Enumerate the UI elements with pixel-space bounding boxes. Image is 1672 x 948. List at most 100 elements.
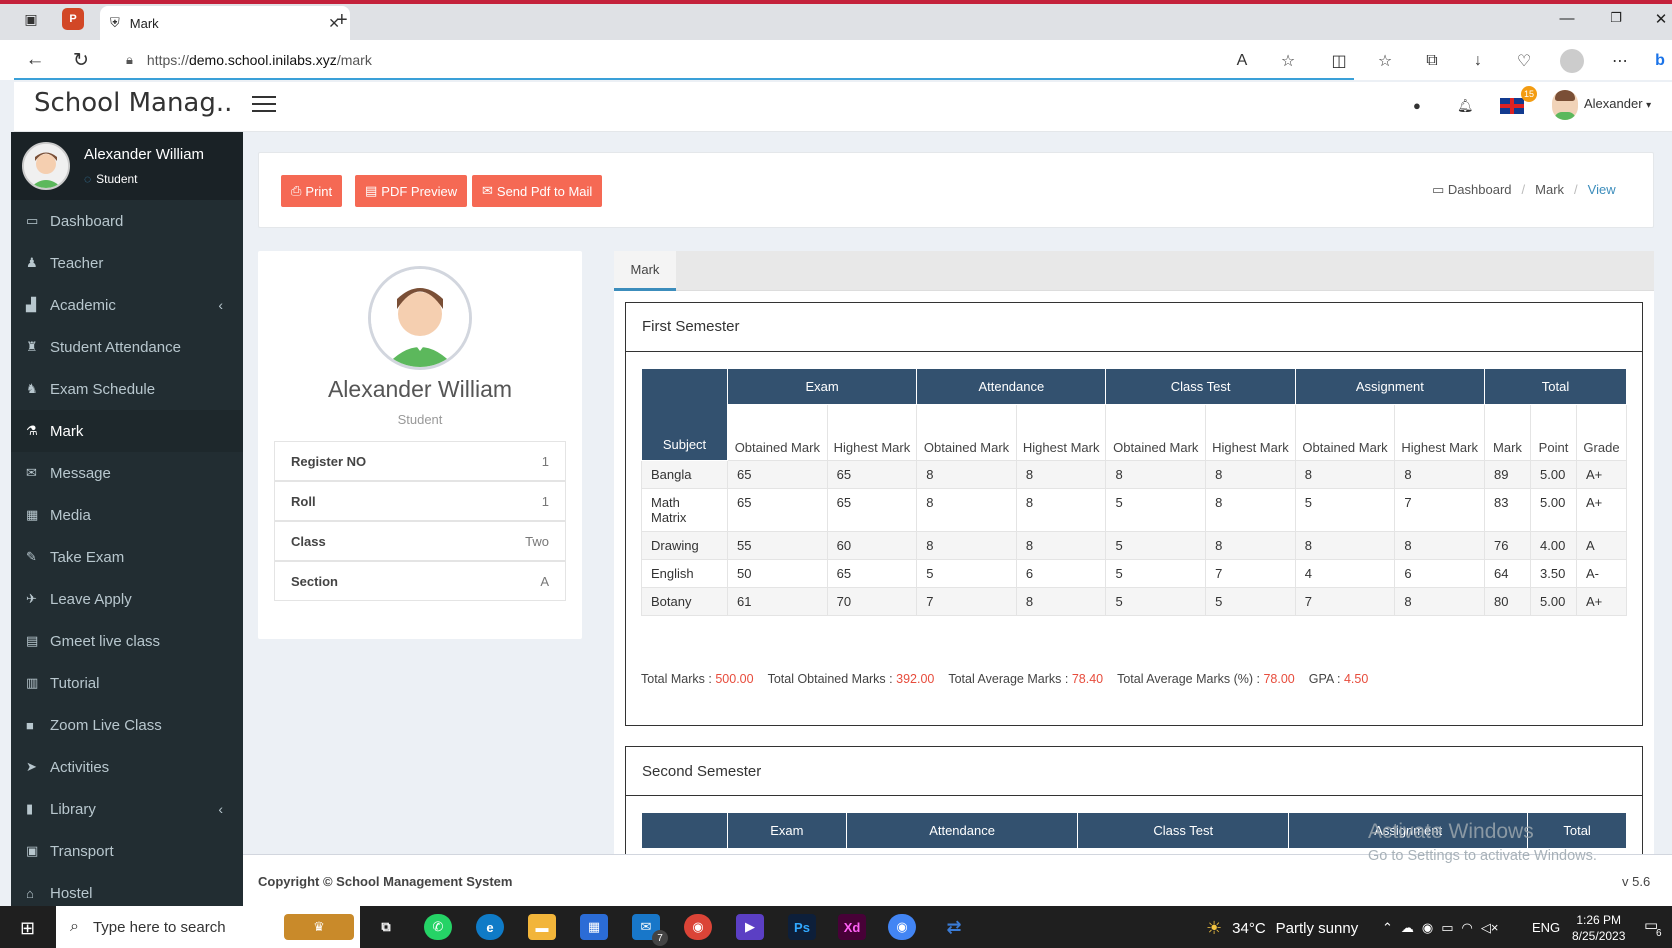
chrome-icon[interactable]: ◉ [888, 914, 916, 940]
mark-header: Mark [1484, 404, 1531, 461]
refresh-icon[interactable]: ↻ [68, 47, 94, 73]
tray-chevron-icon[interactable]: ⌃ [1382, 920, 1393, 936]
laptop-icon: ▭ [1432, 182, 1445, 197]
powerpoint-tab-icon[interactable]: P [62, 8, 84, 30]
edge-icon[interactable]: e [476, 914, 504, 940]
sidebar-item-gmeet-live-class[interactable]: ▤ Gmeet live class [11, 620, 243, 662]
wifi-icon[interactable]: ◠ [1462, 920, 1473, 936]
sidebar-item-zoom-live-class[interactable]: ■ Zoom Live Class [11, 704, 243, 746]
meet-now-icon[interactable]: ◉ [1422, 920, 1433, 936]
tab-actions-icon[interactable]: ▣ [20, 8, 42, 30]
downloads-icon[interactable]: ↓ [1466, 49, 1490, 73]
file-icon: ▤ [26, 633, 39, 648]
favorites-icon[interactable]: ☆ [1373, 49, 1397, 73]
close-window-icon[interactable]: ✕ [1646, 10, 1672, 28]
task-view-icon[interactable]: ⧉ [372, 914, 400, 940]
second-semester-title: Second Semester [642, 763, 762, 780]
breadcrumb-mark[interactable]: Mark [1535, 182, 1564, 198]
activate-windows-hint: Go to Settings to activate Windows. [1368, 848, 1597, 864]
send-pdf-mail-button[interactable]: ✉ Send Pdf to Mail [472, 175, 603, 207]
sidebar-item-media[interactable]: ▦ Media [11, 494, 243, 536]
uk-flag-icon[interactable] [1500, 98, 1524, 114]
globe-icon[interactable]: ● [1413, 98, 1421, 113]
pdf-preview-button[interactable]: ▤ PDF Preview [355, 175, 468, 207]
mark-cell: 8 [1015, 587, 1107, 616]
collections-icon[interactable]: ⧉ [1420, 49, 1444, 73]
mark-cell: 65 [826, 488, 918, 532]
minimize-icon[interactable]: — [1552, 10, 1582, 27]
volume-mute-icon[interactable]: ◁× [1481, 920, 1499, 936]
sidebar-item-activities[interactable]: ➤ Activities [11, 746, 243, 788]
app-brand[interactable]: School Manag.. [34, 88, 232, 118]
print-button[interactable]: ⎙ Print [281, 175, 343, 207]
bell-icon[interactable]: 🔔︎ [1457, 98, 1474, 114]
tab-mark[interactable]: Mark [614, 251, 676, 291]
file-explorer-icon[interactable]: ▬ [528, 914, 556, 940]
sidebar-item-dashboard[interactable]: ▭ Dashboard [11, 200, 243, 242]
favorite-star-icon[interactable]: ☆ [1276, 49, 1300, 73]
health-icon[interactable]: ♡ [1512, 49, 1536, 73]
mark-cell: A [1576, 531, 1627, 560]
teamviewer-icon[interactable]: ⇄ [940, 914, 968, 940]
sidebar-item-label: Library [50, 800, 96, 818]
store-icon[interactable]: ▦ [580, 914, 608, 940]
new-tab-button[interactable]: + [336, 9, 348, 32]
taskbar-language[interactable]: ENG [1532, 920, 1560, 935]
sidebar-item-take-exam[interactable]: ✎ Take Exam [11, 536, 243, 578]
mark-cell: 7 [1294, 587, 1396, 616]
sidebar-item-message[interactable]: ✉ Message [11, 452, 243, 494]
onedrive-icon[interactable]: ☁ [1401, 920, 1414, 936]
mark-cell: 65 [826, 460, 918, 489]
info-row-class: Class Two [274, 521, 566, 561]
sidebar-item-leave-apply[interactable]: ✈ Leave Apply [11, 578, 243, 620]
total-marks-value: 500.00 [715, 672, 754, 686]
hamburger-menu-icon[interactable] [252, 96, 276, 114]
battery-icon[interactable]: ▭ [1441, 920, 1453, 936]
back-icon[interactable]: ← [22, 47, 48, 73]
sidebar-item-label: Leave Apply [50, 590, 132, 608]
sidebar-item-transport[interactable]: ▣ Transport [11, 830, 243, 872]
obtained-mark-header: Obtained Mark [916, 404, 1017, 461]
header-user-avatar[interactable] [1552, 90, 1578, 120]
sidebar-item-teacher[interactable]: ♟ Teacher [11, 242, 243, 284]
sidebar-item-tutorial[interactable]: ▥ Tutorial [11, 662, 243, 704]
adobe-xd-icon[interactable]: Xd [838, 914, 866, 940]
info-key: Section [291, 573, 338, 589]
clock-time: 1:26 PM [1576, 913, 1622, 927]
photoshop-icon[interactable]: Ps [788, 914, 816, 940]
taskbar-clock[interactable]: 1:26 PM 8/25/2023 [1572, 912, 1625, 944]
sidebar-item-mark[interactable]: ⚗ Mark [11, 410, 243, 452]
bing-icon[interactable]: b [1648, 49, 1672, 73]
browser-profile-icon[interactable] [1560, 49, 1584, 73]
read-aloud-icon[interactable]: A [1230, 49, 1254, 73]
hostel-icon: ⌂ [26, 885, 34, 901]
header-user-menu[interactable]: Alexander ▾ [1584, 96, 1651, 111]
mark-cell: 4.00 [1530, 531, 1577, 560]
library-icon: ▮ [26, 801, 34, 816]
sidebar-item-academic[interactable]: ▟ Academic ‹ [11, 284, 243, 326]
sidebar-item-student-attendance[interactable]: ♜ Student Attendance [11, 326, 243, 368]
whatsapp-icon[interactable]: ✆ [424, 914, 452, 940]
sidebar-item-library[interactable]: ▮ Library ‹ [11, 788, 243, 830]
chrome-profile-icon[interactable]: ◉ [684, 914, 712, 940]
more-options-icon[interactable]: ⋯ [1608, 49, 1632, 73]
info-row-section: Section A [274, 561, 566, 601]
windows-start-icon[interactable]: ⊞ [20, 918, 35, 939]
search-highlight-icon[interactable]: ♛ [284, 914, 354, 940]
envelope-icon: ✉ [26, 465, 37, 480]
mark-cell: 83 [1484, 488, 1531, 532]
taskbar-weather[interactable]: ☀ 34°C Partly sunny [1206, 918, 1358, 939]
status-icon: ◌ [84, 172, 92, 186]
copilot-icon[interactable]: ▶ [736, 914, 764, 940]
breadcrumb-dashboard[interactable]: ▭ Dashboard [1432, 182, 1512, 198]
split-screen-icon[interactable]: ◫ [1327, 49, 1351, 73]
sidebar-item-exam-schedule[interactable]: ♞ Exam Schedule [11, 368, 243, 410]
sidebar-item-label: Zoom Live Class [50, 716, 162, 734]
header-user-name: Alexander [1584, 96, 1643, 111]
bus-icon: ▣ [26, 843, 39, 858]
restore-icon[interactable]: ❐ [1601, 10, 1631, 26]
total-header: Total [1484, 368, 1627, 405]
browser-tab-active[interactable]: ⛨ Mark ✕ [100, 6, 350, 40]
mark-cell: A+ [1576, 460, 1627, 489]
url-field[interactable]: 🔒︎ https://demo.school.inilabs.xyz/mark [112, 45, 1352, 75]
